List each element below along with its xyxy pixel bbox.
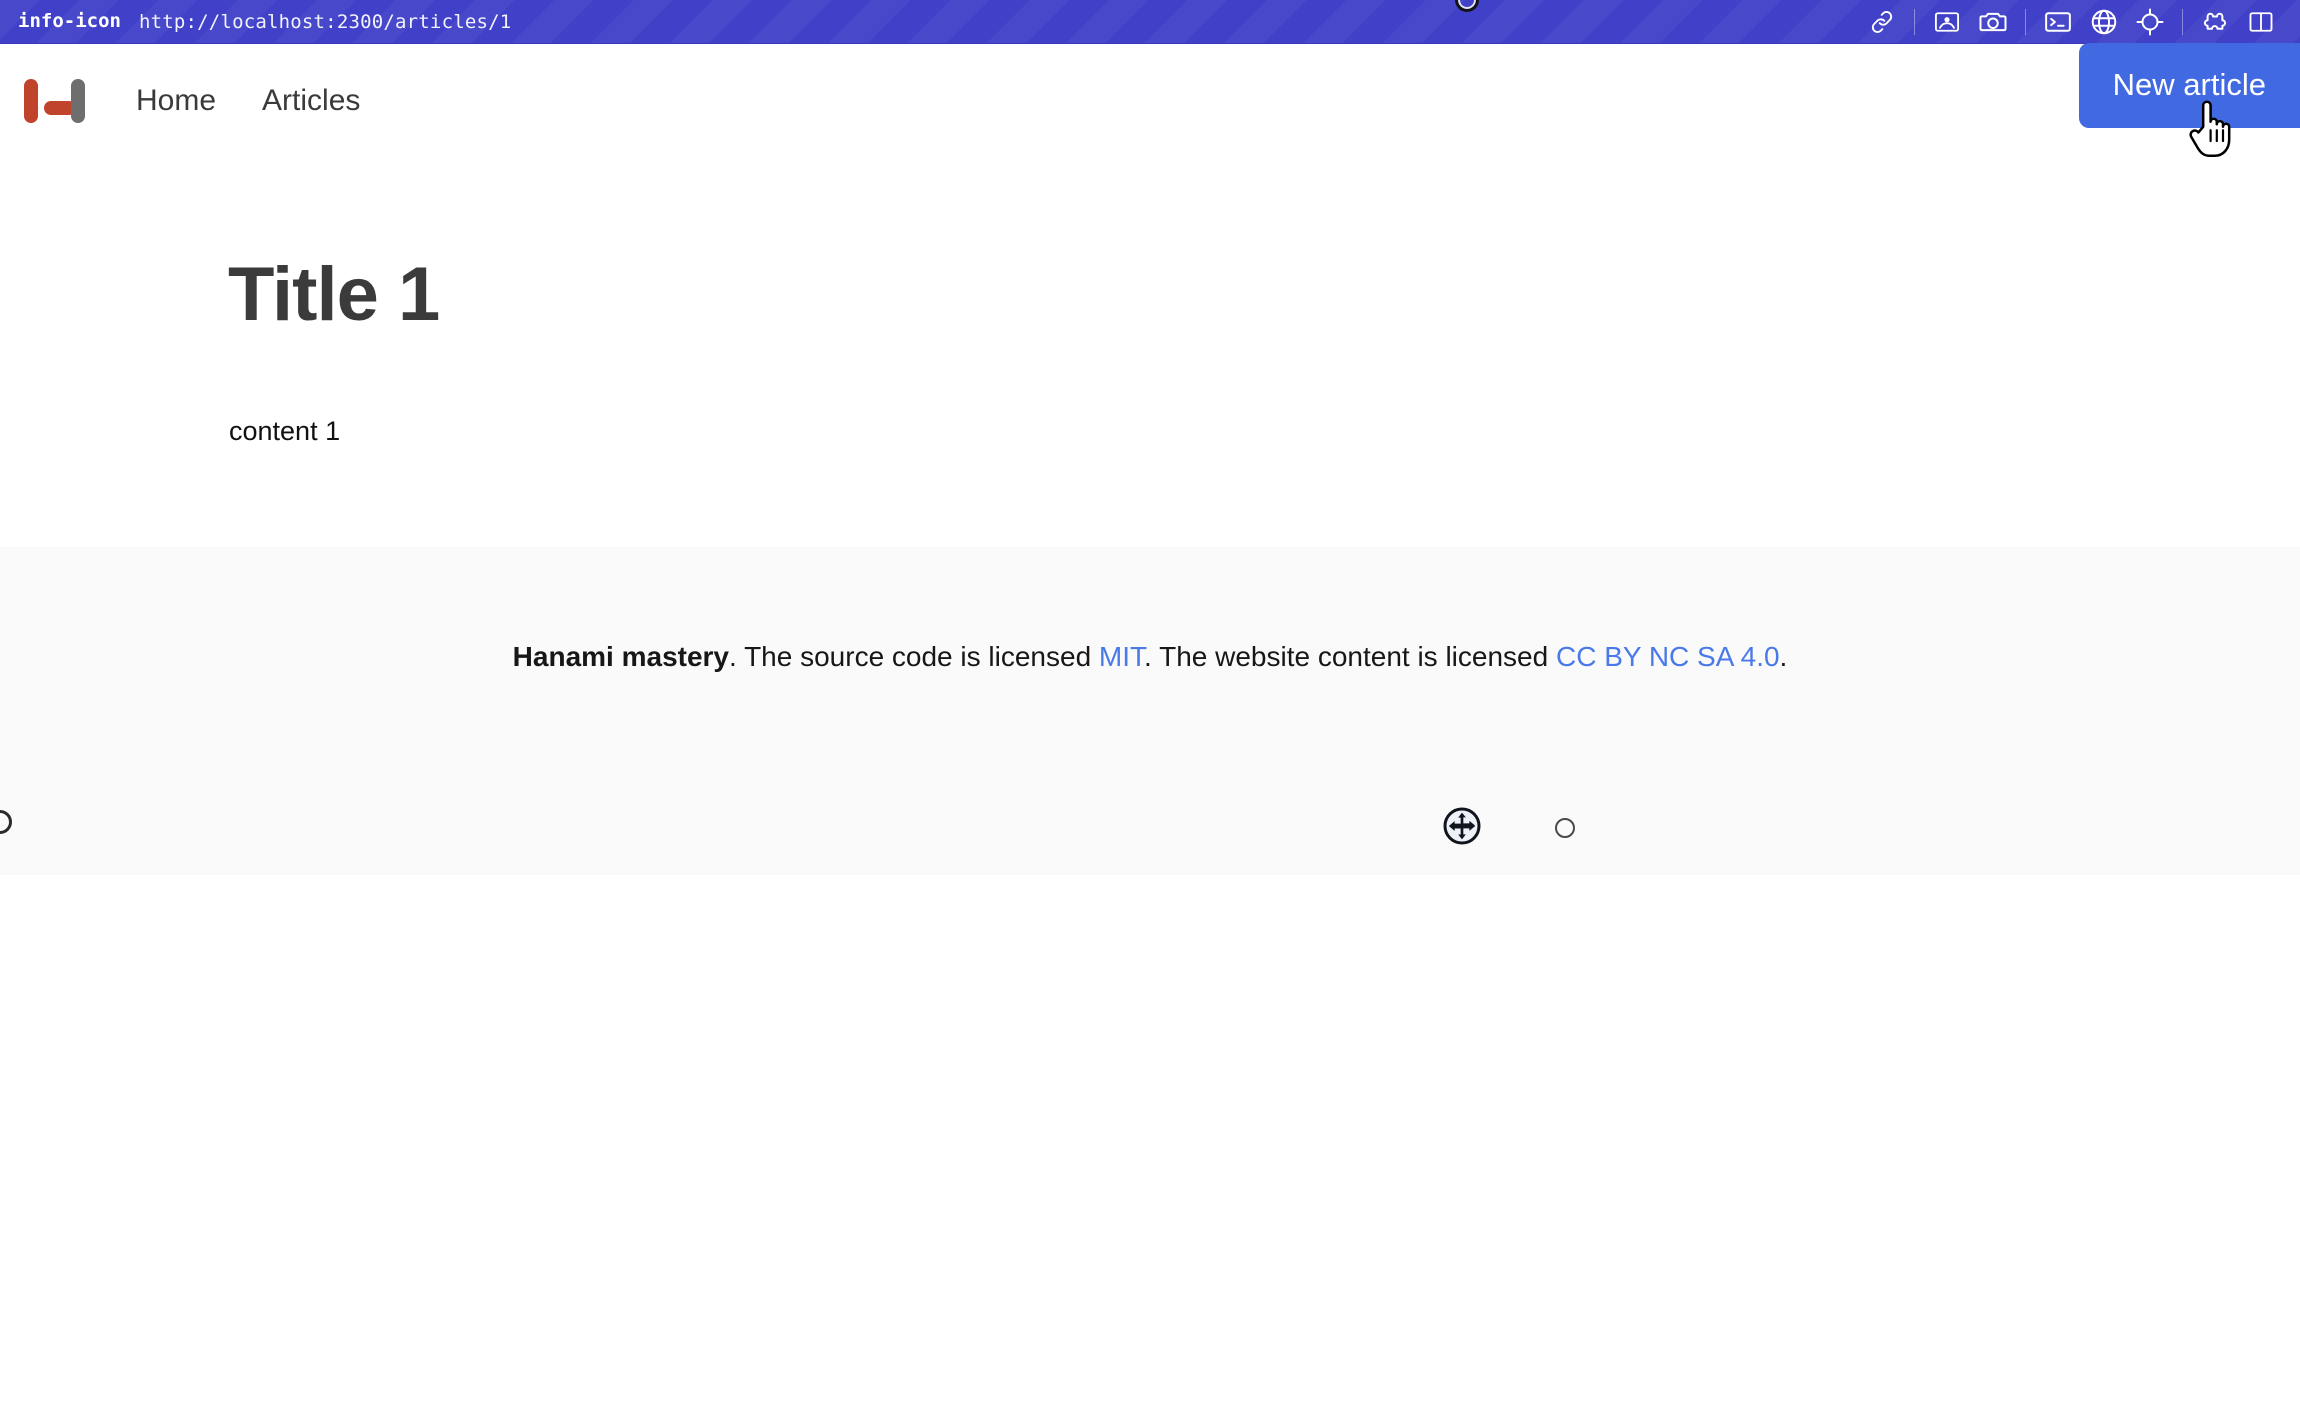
nav-item-articles[interactable]: Articles xyxy=(250,78,372,124)
agent-chrome-bar: info-icon http://localhost:2300/articles… xyxy=(0,0,2300,44)
footer-text-1: . The source code is licensed xyxy=(729,641,1099,672)
hanami-logo-icon[interactable] xyxy=(22,78,85,123)
url-group: info-icon http://localhost:2300/articles… xyxy=(0,11,511,33)
footer-text-3: . xyxy=(1779,641,1788,672)
toolbar-separator xyxy=(2025,8,2026,35)
image-icon[interactable] xyxy=(1924,0,1970,44)
footer-brand: Hanami mastery xyxy=(512,641,730,672)
logo-bar-right xyxy=(71,78,85,123)
puzzle-icon[interactable] xyxy=(2192,0,2238,44)
site-header: Home Articles New article xyxy=(0,43,2300,157)
article-title: Title 1 xyxy=(228,252,440,337)
site-footer: Hanami mastery. The source code is licen… xyxy=(0,547,2300,875)
url-text[interactable]: http://localhost:2300/articles/1 xyxy=(139,11,511,33)
article-content: content 1 xyxy=(229,416,341,446)
nav-item-home[interactable]: Home xyxy=(124,78,228,124)
split-panel-icon[interactable] xyxy=(2238,0,2284,44)
crosshair-icon[interactable] xyxy=(2127,0,2173,44)
new-article-button[interactable]: New article xyxy=(2078,43,2300,128)
footer-license-text: Hanami mastery. The source code is licen… xyxy=(0,637,2300,676)
logo-bar-left xyxy=(24,78,38,123)
footer-link-cc[interactable]: CC BY NC SA 4.0 xyxy=(1556,641,1780,672)
terminal-icon[interactable] xyxy=(2035,0,2081,44)
toolbar-separator xyxy=(2182,8,2183,35)
footer-link-mit[interactable]: MIT xyxy=(1099,641,1144,672)
footer-text-2: . The website content is licensed xyxy=(1144,641,1556,672)
toolbar-separator xyxy=(1914,8,1915,35)
globe-icon[interactable] xyxy=(2081,0,2127,44)
info-icon: info-icon xyxy=(18,10,121,32)
camera-icon[interactable] xyxy=(1970,0,2016,44)
chrome-toolbar xyxy=(1859,0,2300,44)
link-icon[interactable] xyxy=(1859,0,1905,44)
cursor-dot-marker xyxy=(1555,818,1575,838)
main-nav: Home Articles xyxy=(124,78,372,124)
main-content: Title 1 content 1 xyxy=(0,157,2300,545)
